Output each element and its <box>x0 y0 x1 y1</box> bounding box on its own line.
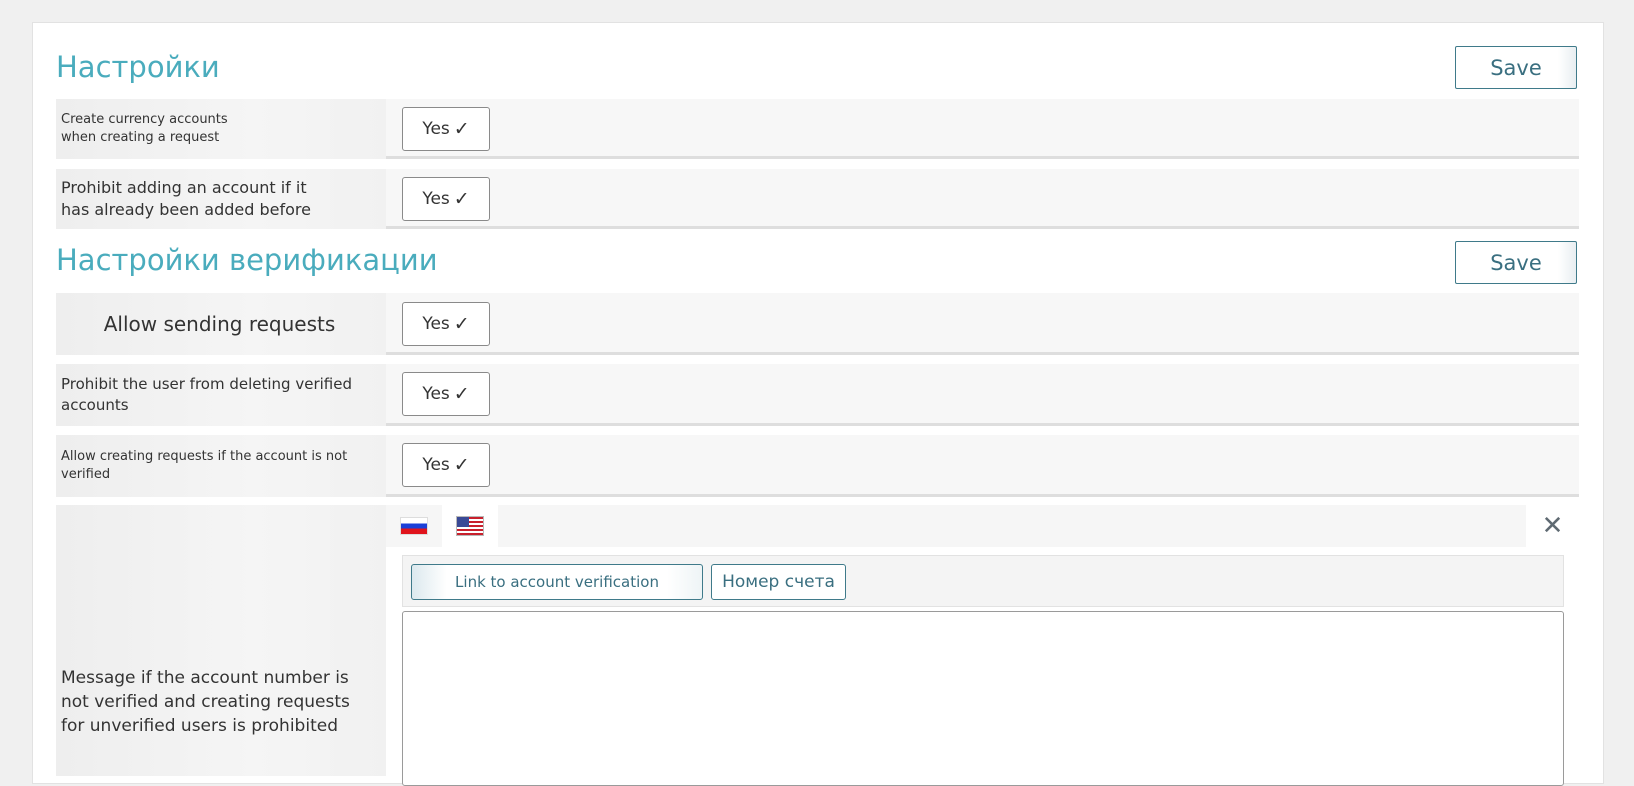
message-textarea[interactable] <box>402 611 1564 786</box>
close-icon[interactable]: ✕ <box>1526 505 1579 547</box>
message-editor: ✕ Link to account verification Номер сче… <box>386 505 1579 786</box>
check-icon: ✓ <box>453 383 470 405</box>
setting-value: Yes ✓ <box>386 99 1579 159</box>
setting-label: Prohibit the user from deleting verified… <box>56 364 386 426</box>
ru-flag-icon <box>400 517 428 535</box>
setting-row-create-currency-accounts: Create currency accounts when creating a… <box>56 99 1579 159</box>
setting-label: Prohibit adding an account if it has alr… <box>56 169 386 229</box>
check-icon: ✓ <box>453 313 470 335</box>
check-icon: ✓ <box>453 454 470 476</box>
verification-save-button[interactable]: Save <box>1455 241 1577 284</box>
insert-verification-link-button[interactable]: Link to account verification <box>411 564 703 600</box>
setting-row-allow-sending-requests: Allow sending requests Yes ✓ <box>56 293 1579 355</box>
verification-title: Настройки верификации <box>56 243 438 277</box>
setting-row-prohibit-delete-verified: Prohibit the user from deleting verified… <box>56 364 1579 426</box>
settings-title: Настройки <box>56 50 220 84</box>
setting-value: Yes ✓ <box>386 169 1579 229</box>
yes-toggle-button[interactable]: Yes ✓ <box>402 107 490 151</box>
yes-toggle-button[interactable]: Yes ✓ <box>402 372 490 416</box>
yes-label: Yes <box>422 189 450 209</box>
setting-row-allow-unverified-requests: Allow creating requests if the account i… <box>56 435 1579 497</box>
message-label: Message if the account number is not ver… <box>56 505 386 776</box>
setting-value: Yes ✓ <box>386 435 1579 497</box>
setting-label: Allow creating requests if the account i… <box>56 435 386 497</box>
yes-toggle-button[interactable]: Yes ✓ <box>402 443 490 487</box>
us-flag-icon <box>456 516 484 536</box>
yes-toggle-button[interactable]: Yes ✓ <box>402 302 490 346</box>
yes-label: Yes <box>422 314 450 334</box>
yes-label: Yes <box>422 119 450 139</box>
editor-toolbar: Link to account verification Номер счета <box>402 555 1564 607</box>
setting-value: Yes ✓ <box>386 364 1579 426</box>
setting-label: Allow sending requests <box>56 293 386 355</box>
setting-value: Yes ✓ <box>386 293 1579 355</box>
setting-row-prohibit-duplicate-account: Prohibit adding an account if it has alr… <box>56 169 1579 229</box>
check-icon: ✓ <box>453 118 470 140</box>
tab-language-ru[interactable] <box>386 505 442 547</box>
tab-language-en[interactable] <box>442 505 498 547</box>
settings-save-button[interactable]: Save <box>1455 46 1577 89</box>
check-icon: ✓ <box>453 188 470 210</box>
yes-label: Yes <box>422 384 450 404</box>
language-tabs <box>386 505 1526 547</box>
yes-toggle-button[interactable]: Yes ✓ <box>402 177 490 221</box>
insert-account-number-button[interactable]: Номер счета <box>711 564 846 600</box>
setting-label: Create currency accounts when creating a… <box>56 99 386 159</box>
yes-label: Yes <box>422 455 450 475</box>
